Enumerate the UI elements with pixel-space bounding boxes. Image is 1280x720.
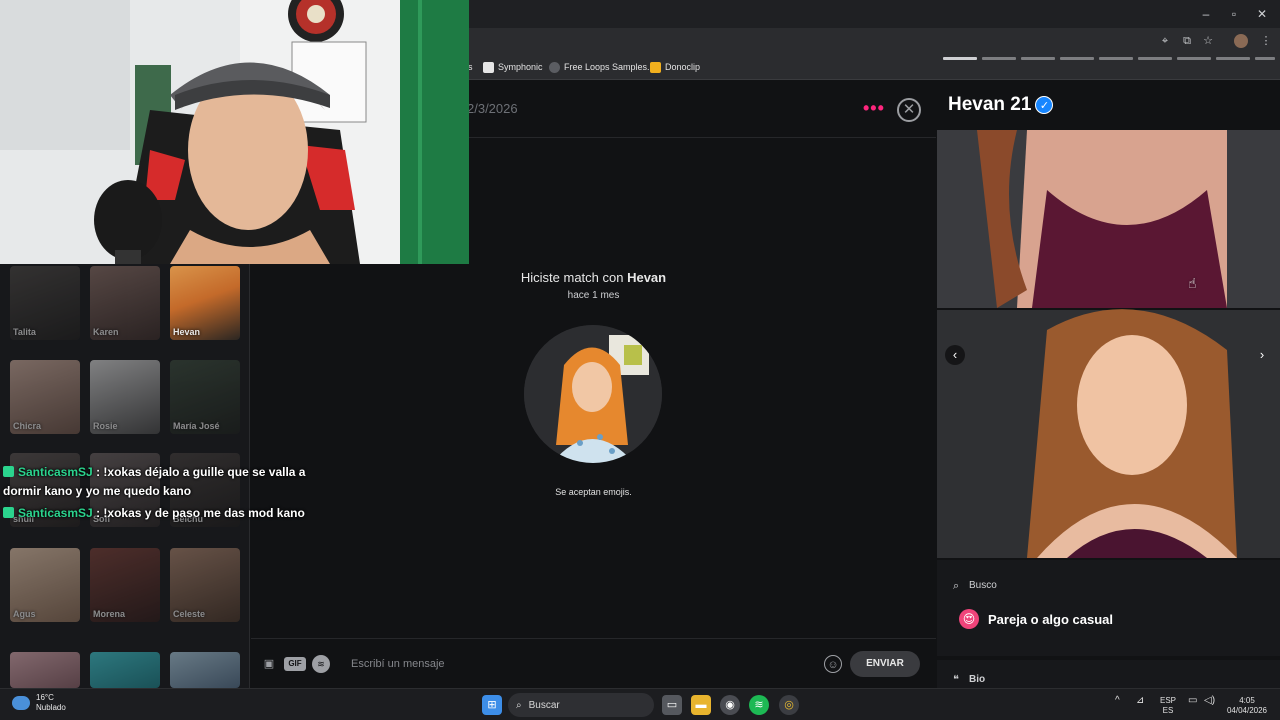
gif-icon[interactable]: GIF — [284, 657, 306, 671]
file-explorer-icon[interactable]: ▬ — [691, 695, 711, 715]
photo-progress — [1060, 57, 1094, 60]
photo-progress — [982, 57, 1016, 60]
match-title: Hiciste match con Hevan — [520, 270, 667, 285]
profile-name: Hevan 21 ✓ — [948, 94, 1054, 116]
contact-card-icon[interactable]: ▣ — [260, 655, 278, 673]
photo-progress — [943, 57, 977, 60]
match-card[interactable]: Rosie — [90, 360, 160, 434]
minimize-icon[interactable]: – — [1198, 6, 1214, 22]
location-icon[interactable]: ⌖ — [1158, 34, 1172, 48]
match-card-active[interactable]: Hevan — [170, 266, 240, 340]
verified-badge-icon: ✓ — [1035, 96, 1054, 114]
cast-icon[interactable]: ⧉ — [1180, 34, 1194, 48]
profile-avatar-icon[interactable] — [1234, 34, 1248, 48]
chat-username: SanticasmSJ — [18, 465, 93, 479]
match-card[interactable]: María José — [170, 360, 240, 434]
photo-progress — [1099, 57, 1133, 60]
heart-eyes-emoji-icon: 😍 — [959, 609, 979, 629]
chrome-icon[interactable]: ◎ — [779, 695, 799, 715]
emoji-icon[interactable]: ☺ — [824, 655, 842, 673]
match-date: 2/3/2026 — [467, 101, 518, 116]
close-window-icon[interactable]: ✕ — [1254, 6, 1270, 22]
screen: – ▫ ✕ ⌖ ⧉ ☆ ⋮ s Symphonic Free Loops Sam… — [0, 0, 1280, 720]
profile-photos[interactable] — [937, 130, 1280, 558]
photo-progress — [1138, 57, 1172, 60]
monitor-icon[interactable]: ▭ — [1188, 696, 1197, 706]
match-card[interactable]: Chicra — [10, 360, 80, 434]
freeloops-icon — [549, 61, 560, 73]
symphonic-icon — [483, 61, 494, 73]
volume-icon[interactable]: ◁) — [1204, 696, 1215, 706]
search-icon: ⌕ — [516, 699, 522, 711]
photo-progress — [1216, 57, 1250, 60]
spotify-icon[interactable]: ≋ — [312, 655, 330, 673]
obs-icon[interactable]: ◉ — [720, 695, 740, 715]
tray-chevron-icon[interactable]: ^ — [1115, 696, 1120, 706]
busco-value: Pareja o algo casual — [988, 612, 1114, 627]
match-avatar[interactable] — [524, 325, 662, 463]
match-card[interactable] — [170, 652, 240, 688]
donoclip-icon — [650, 61, 661, 73]
weather-widget[interactable]: 16°C Nublado — [12, 693, 66, 713]
match-card[interactable]: Talita — [10, 266, 80, 340]
prev-photo-icon[interactable]: ‹ — [945, 345, 965, 365]
match-avatar-photo — [524, 325, 662, 463]
chat-badge-icon — [3, 507, 14, 518]
menu-icon[interactable]: ⋮ — [1259, 34, 1273, 48]
match-card[interactable]: Morena — [90, 548, 160, 622]
task-view-icon[interactable]: ▭ — [662, 695, 682, 715]
emoji-note: Se aceptan emojis. — [555, 487, 632, 497]
match-time: hace 1 mes — [567, 290, 620, 301]
chat-badge-icon — [3, 466, 14, 477]
match-card[interactable] — [90, 652, 160, 688]
photo-progress — [1255, 57, 1275, 60]
match-name: Hevan — [627, 270, 667, 285]
match-card[interactable]: Karen — [90, 266, 160, 340]
busco-label: Busco — [969, 580, 997, 591]
bio-label: Bio — [969, 674, 986, 685]
busco-card: ⌕ Busco 😍 Pareja o algo casual — [937, 560, 1280, 656]
bookmark-star-icon[interactable]: ☆ — [1201, 34, 1215, 48]
clock[interactable]: 4:05 04/04/2026 — [1222, 696, 1272, 716]
bookmark-freeloops[interactable]: Free Loops Samples... — [549, 60, 655, 74]
bio-card: ❝ Bio — [937, 660, 1280, 688]
restore-icon[interactable]: ▫ — [1226, 6, 1242, 22]
quote-icon: ❝ — [953, 674, 959, 686]
language-indicator[interactable]: ESP ES — [1160, 696, 1176, 716]
match-card[interactable]: Agus — [10, 548, 80, 622]
bookmark-symphonic[interactable]: Symphonic — [483, 60, 543, 74]
spotify-taskbar-icon[interactable]: ≋ — [749, 695, 769, 715]
next-photo-icon[interactable]: › — [1252, 345, 1272, 365]
photo-progress — [1177, 57, 1211, 60]
match-card[interactable] — [10, 652, 80, 688]
close-chat-icon[interactable]: ✕ — [897, 98, 921, 122]
stream-chat-message: SanticasmSJ : !xokas y de paso me das mo… — [3, 504, 305, 523]
webcam-overlay — [0, 0, 469, 264]
taskbar-search[interactable]: ⌕ Buscar — [508, 693, 654, 717]
match-card[interactable]: Celeste — [170, 548, 240, 622]
windows-start-icon[interactable]: ⊞ — [482, 695, 502, 715]
message-input[interactable] — [351, 653, 811, 675]
profile-photo — [937, 130, 1280, 558]
photo-progress — [1021, 57, 1055, 60]
taskbar: 16°C Nublado ⊞ ⌕ Buscar ▭ ▬ ◉ ≋ ◎ ^ ⊿ ESP… — [0, 688, 1280, 720]
search-icon: ⌕ — [953, 580, 960, 592]
hand-cursor-icon: ☝ — [1188, 275, 1197, 291]
send-button[interactable]: ENVIAR — [850, 651, 920, 677]
cloud-icon — [12, 696, 30, 710]
webcam-feed — [0, 0, 469, 264]
message-composer: ▣ GIF ≋ ☺ ENVIAR — [251, 638, 936, 688]
chat-username: SanticasmSJ — [18, 506, 93, 520]
more-options-icon[interactable]: ••• — [863, 98, 885, 119]
network-share-icon[interactable]: ⊿ — [1136, 696, 1144, 706]
stream-chat-message: SanticasmSJ : !xokas déjalo a guille que… — [3, 465, 306, 498]
bookmark-donoclip[interactable]: Donoclip — [650, 60, 700, 74]
